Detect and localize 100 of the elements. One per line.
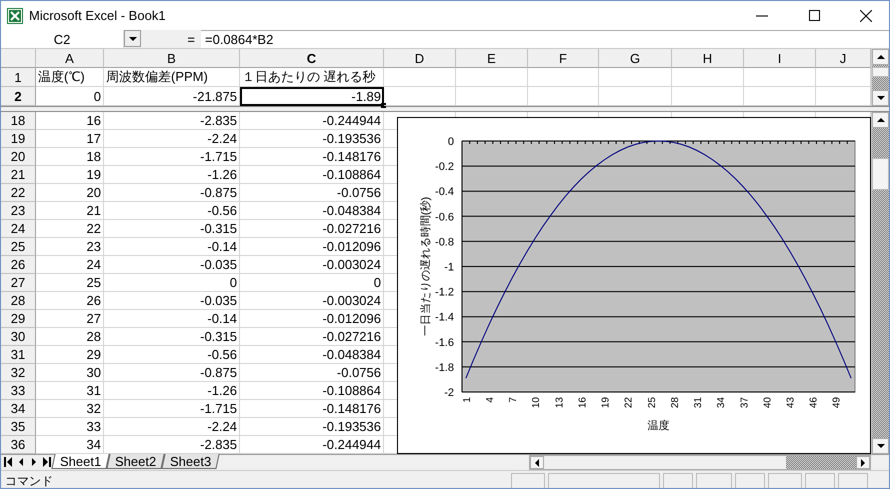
row-header[interactable]: 20 [1, 148, 36, 166]
empty-cell[interactable] [744, 68, 816, 87]
column-header[interactable]: H [672, 49, 744, 68]
row-header[interactable]: 32 [1, 364, 36, 382]
empty-cell[interactable] [384, 68, 456, 87]
table-cell[interactable]: 22 [36, 220, 104, 238]
table-cell[interactable]: -0.0756 [240, 364, 384, 382]
row-header[interactable]: 19 [1, 130, 36, 148]
row-header[interactable]: 33 [1, 382, 36, 400]
table-cell[interactable]: -0.012096 [240, 310, 384, 328]
row-header[interactable]: 27 [1, 274, 36, 292]
table-cell[interactable]: -2.835 [104, 112, 240, 130]
table-cell[interactable]: -0.0756 [240, 184, 384, 202]
table-cell[interactable]: 18 [36, 148, 104, 166]
table-cell[interactable]: 24 [36, 256, 104, 274]
table-cell[interactable]: -0.56 [104, 346, 240, 364]
table-cell[interactable]: 33 [36, 418, 104, 436]
table-cell[interactable]: -1.715 [104, 148, 240, 166]
table-cell[interactable]: -2.24 [104, 130, 240, 148]
table-cell[interactable]: -0.148176 [240, 400, 384, 418]
table-cell[interactable]: -2.24 [104, 418, 240, 436]
table-cell[interactable]: -0.048384 [240, 202, 384, 220]
row-header[interactable]: 25 [1, 238, 36, 256]
dropdown-button[interactable] [124, 30, 141, 47]
row-header[interactable]: 22 [1, 184, 36, 202]
table-cell[interactable]: -0.035 [104, 256, 240, 274]
column-header[interactable]: J [816, 49, 871, 68]
table-cell[interactable]: -0.875 [104, 364, 240, 382]
table-cell[interactable]: 23 [36, 238, 104, 256]
table-cell[interactable]: 0 [104, 274, 240, 292]
table-cell[interactable]: -0.193536 [240, 418, 384, 436]
empty-cell[interactable] [599, 68, 672, 87]
table-cell[interactable]: 25 [36, 274, 104, 292]
row-header[interactable]: 1 [1, 68, 36, 87]
empty-cell[interactable] [528, 68, 599, 87]
table-cell[interactable]: -0.244944 [240, 112, 384, 130]
table-cell[interactable]: -0.875 [104, 184, 240, 202]
table-cell[interactable]: １日あたりの 遅れる秒 [240, 68, 384, 87]
sheet-tab[interactable]: Sheet3 [162, 454, 220, 469]
table-cell[interactable]: -0.315 [104, 220, 240, 238]
empty-cell[interactable] [456, 68, 528, 87]
table-cell[interactable]: -0.003024 [240, 256, 384, 274]
column-header[interactable]: D [384, 49, 456, 68]
table-cell[interactable]: -0.027216 [240, 328, 384, 346]
scroll-thumb[interactable] [872, 67, 889, 77]
table-cell[interactable]: -0.315 [104, 328, 240, 346]
scroll-up-button[interactable] [872, 112, 889, 128]
table-cell[interactable]: -0.035 [104, 292, 240, 310]
row-header[interactable]: 23 [1, 202, 36, 220]
formula-input[interactable]: =0.0864*B2 [201, 31, 889, 48]
row-header[interactable]: 26 [1, 256, 36, 274]
table-cell[interactable]: 周波数偏差(PPM) [104, 68, 240, 87]
table-cell[interactable]: -1.26 [104, 166, 240, 184]
table-cell[interactable]: -0.003024 [240, 292, 384, 310]
column-header[interactable]: A [36, 49, 104, 68]
table-cell[interactable]: 29 [36, 346, 104, 364]
empty-cell[interactable] [672, 68, 744, 87]
table-cell[interactable]: -0.108864 [240, 166, 384, 184]
row-header[interactable]: 18 [1, 112, 36, 130]
row-header[interactable]: 36 [1, 436, 36, 454]
row-header[interactable]: 31 [1, 346, 36, 364]
horizontal-scrollbar[interactable] [529, 455, 871, 470]
scroll-left-button[interactable] [530, 456, 544, 469]
vertical-scrollbar[interactable] [871, 49, 889, 106]
column-header[interactable]: G [599, 49, 672, 68]
sheet-tab[interactable]: Sheet2 [106, 454, 165, 469]
table-cell[interactable]: -1.715 [104, 400, 240, 418]
table-cell[interactable]: 26 [36, 292, 104, 310]
row-header[interactable]: 28 [1, 292, 36, 310]
vertical-scrollbar[interactable] [871, 112, 889, 454]
table-cell[interactable]: 温度(℃) [36, 68, 104, 87]
table-cell[interactable]: 16 [36, 112, 104, 130]
scroll-right-button[interactable] [856, 456, 870, 469]
row-header[interactable]: 21 [1, 166, 36, 184]
table-cell[interactable]: 17 [36, 130, 104, 148]
table-cell[interactable]: -0.108864 [240, 382, 384, 400]
table-cell[interactable]: -0.14 [104, 310, 240, 328]
table-cell[interactable]: -0.027216 [240, 220, 384, 238]
table-cell[interactable]: -0.012096 [240, 238, 384, 256]
table-cell[interactable]: 28 [36, 328, 104, 346]
scroll-down-button[interactable] [872, 90, 889, 106]
row-header[interactable]: 34 [1, 400, 36, 418]
scroll-thumb[interactable] [872, 158, 889, 190]
scroll-down-button[interactable] [872, 438, 889, 454]
scroll-up-button[interactable] [872, 49, 889, 65]
row-header[interactable]: 29 [1, 310, 36, 328]
table-cell[interactable]: 0 [240, 274, 384, 292]
column-header[interactable]: F [528, 49, 599, 68]
column-header[interactable]: I [744, 49, 816, 68]
row-header[interactable]: 35 [1, 418, 36, 436]
row-header[interactable]: 2 [1, 87, 36, 106]
table-cell[interactable]: -0.193536 [240, 130, 384, 148]
name-box[interactable]: C2 [1, 30, 124, 48]
row-header[interactable]: 30 [1, 328, 36, 346]
table-cell[interactable]: -0.14 [104, 238, 240, 256]
column-header[interactable]: B [104, 49, 240, 68]
table-cell[interactable]: 19 [36, 166, 104, 184]
column-header[interactable]: C [240, 49, 384, 68]
table-cell[interactable]: -0.048384 [240, 346, 384, 364]
row-header[interactable]: 24 [1, 220, 36, 238]
